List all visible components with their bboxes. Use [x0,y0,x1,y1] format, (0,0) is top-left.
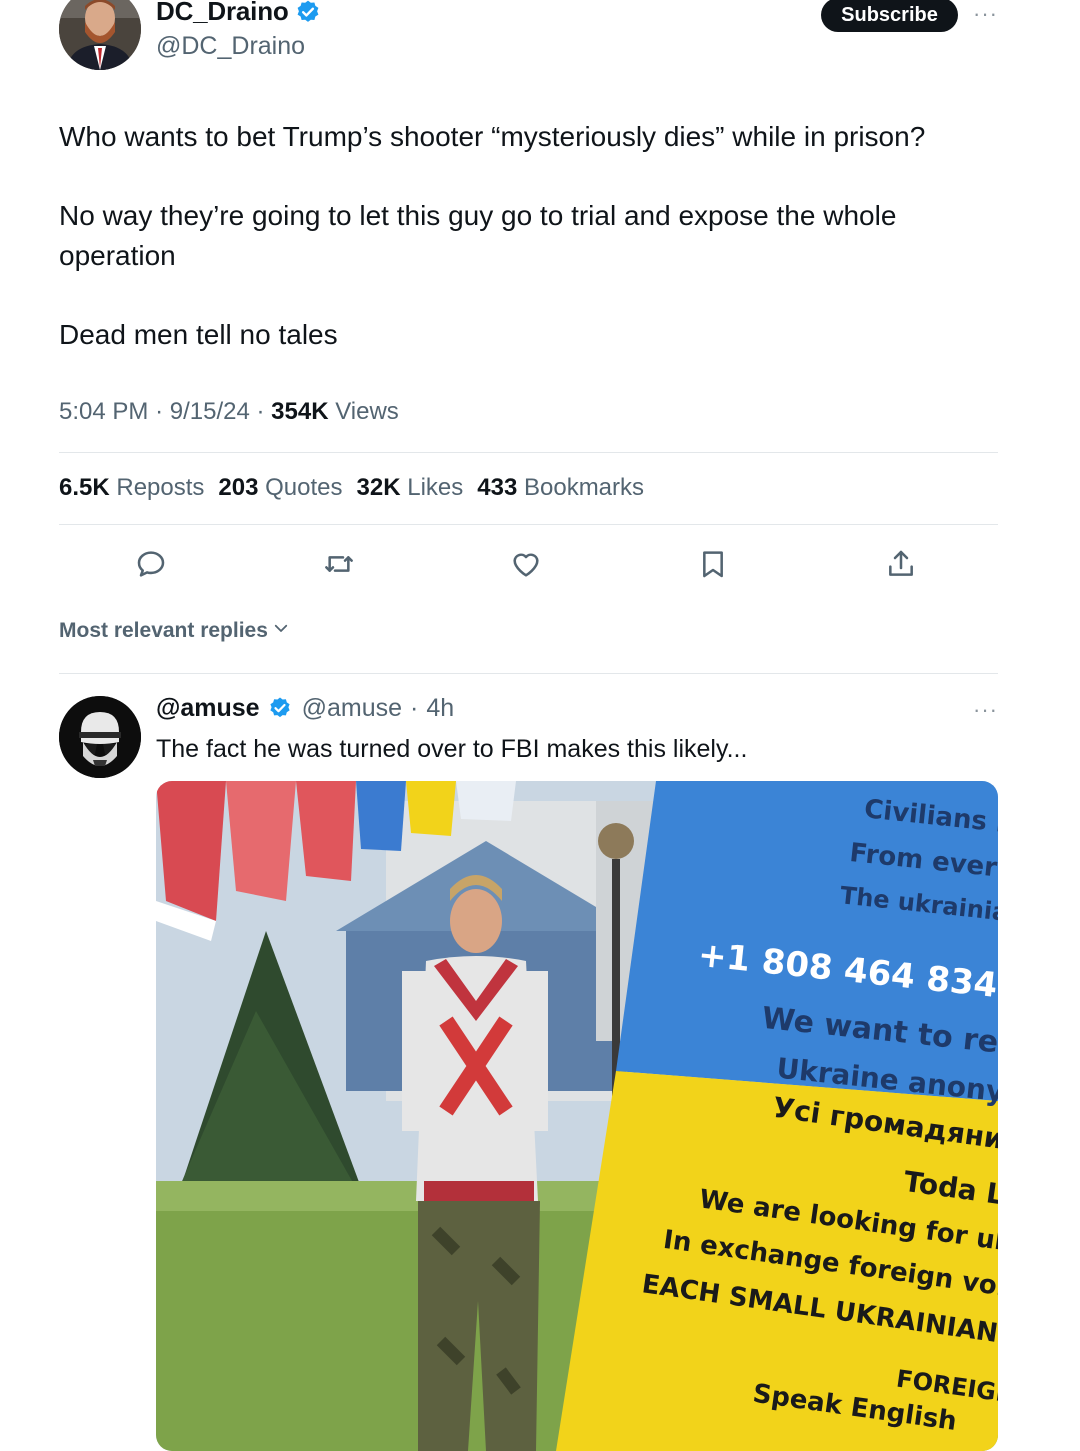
reply-separator: · [410,694,419,722]
reply-more-options-icon[interactable]: ··· [973,697,998,723]
reply-header: @amuse @amuse · 4h [156,694,454,723]
likes-stat[interactable]: 32K Likes [357,474,464,502]
bookmarks-label: Bookmarks [523,474,645,501]
bookmarks-stat[interactable]: 433 Bookmarks [477,474,644,502]
engagement-stats: 6.5K Reposts 203 Quotes 32K Likes 433 Bo… [59,474,644,502]
quotes-stat[interactable]: 203 Quotes [218,474,342,502]
author-display-name[interactable]: DC_Draino [156,0,289,27]
reply-icon[interactable] [135,548,167,580]
views-count: 354K [271,398,329,425]
divider [59,524,998,525]
retweet-icon[interactable] [323,548,355,580]
reposts-stat[interactable]: 6.5K Reposts [59,474,204,502]
author-name-row[interactable]: DC_Draino [156,0,321,27]
reply-time[interactable]: 4h [426,694,454,723]
meta-separator: · [155,398,164,425]
like-icon[interactable] [510,548,542,580]
tweet-time[interactable]: 5:04 PM [59,398,148,425]
bookmark-icon[interactable] [697,548,729,580]
bookmarks-count: 433 [477,474,518,501]
likes-count: 32K [356,474,401,501]
likes-label: Likes [407,474,464,501]
verified-badge-icon [295,0,321,25]
replies-sort-dropdown[interactable]: Most relevant replies [59,619,290,643]
share-icon[interactable] [885,548,917,580]
views-label: Views [335,398,399,425]
author-handle[interactable]: @DC_Draino [156,32,305,61]
meta-separator: · [256,398,265,425]
quotes-label: Quotes [265,474,343,501]
tweet-text-paragraph-1: Who wants to bet Trump’s shooter “myster… [59,121,926,152]
subscribe-button[interactable]: Subscribe [821,0,958,32]
reposts-label: Reposts [116,474,205,501]
reply-author-avatar[interactable] [59,696,141,778]
reposts-count: 6.5K [59,474,110,501]
divider [59,673,998,674]
more-options-icon[interactable]: ··· [973,1,998,27]
reply-media-image[interactable]: Civilians Make From every sing The ukrai… [156,781,998,1451]
tweet-meta: 5:04 PM · 9/15/24 · 354K Views [59,398,399,426]
chevron-down-icon [272,619,290,643]
tweet-text-paragraph-3: Dead men tell no tales [59,319,338,350]
reply-text: The fact he was turned over to FBI makes… [156,735,748,763]
photo-scene: Civilians Make From every sing The ukrai… [156,781,998,1451]
tweet-text-paragraph-2: No way they’re going to let this guy go … [59,200,897,271]
replies-sort-label: Most relevant replies [59,619,268,642]
quotes-count: 203 [218,474,259,501]
reply-display-name[interactable]: @amuse [156,694,260,723]
tweet-date[interactable]: 9/15/24 [170,398,250,425]
verified-badge-icon [268,696,294,722]
author-avatar[interactable] [59,0,141,70]
divider [59,452,998,453]
reply-handle[interactable]: @amuse [302,694,402,723]
